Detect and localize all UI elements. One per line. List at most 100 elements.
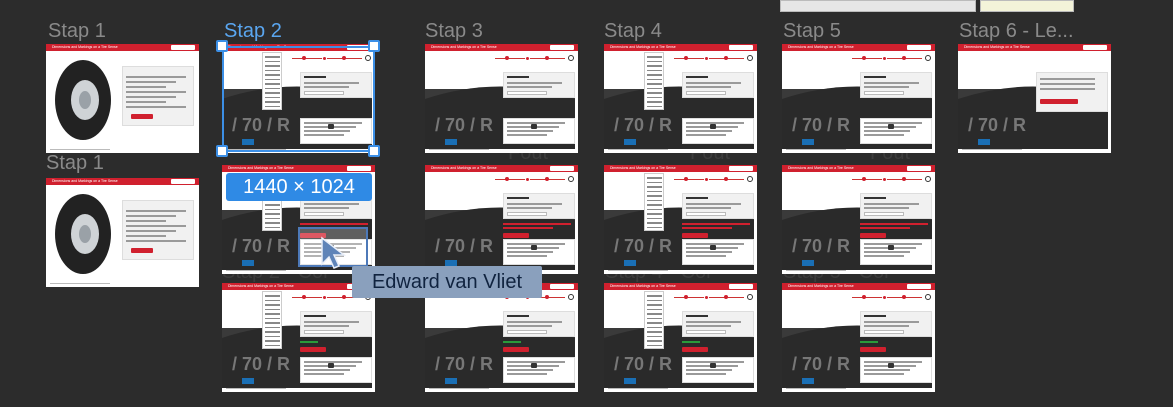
frame-label-stap-1-second[interactable]: Stap 1	[46, 152, 104, 174]
footer-text	[226, 269, 286, 271]
answer-field	[686, 330, 726, 334]
svg-text:/ 70 / R: / 70 / R	[435, 236, 493, 256]
progress-current	[525, 177, 530, 182]
artboard-frame[interactable]: Dimensions and Markings on a Tire Sense	[46, 44, 199, 153]
artboard-frame[interactable]: Dimensions and Markings on a Tire Sense/…	[425, 165, 578, 274]
text-line	[1040, 78, 1095, 80]
brand-logo	[1083, 45, 1107, 50]
text-line	[507, 255, 547, 257]
brand-logo	[171, 179, 195, 184]
answer-field	[304, 330, 344, 334]
cursor-pointer-icon	[321, 236, 347, 269]
text-line	[686, 203, 741, 205]
text-line	[126, 101, 166, 103]
progress-dot	[505, 56, 509, 60]
text-line	[864, 321, 919, 323]
check-icon	[568, 176, 574, 182]
answer-field	[686, 91, 726, 95]
footer-text	[226, 387, 286, 389]
artboard-frame[interactable]: Dimensions and Markings on a Tire Sense/…	[782, 165, 935, 274]
artboard-frame[interactable]: Dimensions and Markings on a Tire Sense	[46, 178, 199, 287]
footer-text	[429, 387, 489, 389]
resize-handle-bottom-left[interactable]	[216, 145, 228, 157]
artboard-frame[interactable]: Dimensions and Markings on a Tire Sense/…	[782, 44, 935, 153]
text-line	[507, 134, 547, 136]
progress-dot	[862, 56, 866, 60]
text-line	[686, 207, 731, 209]
frame-label-stap-6[interactable]: Stap 6 - Le...	[959, 20, 1074, 42]
progress-current	[704, 295, 709, 300]
check-icon	[925, 294, 931, 300]
artboard-frame[interactable]: Dimensions and Markings on a Tire Sense/…	[958, 44, 1111, 153]
progress-dot	[724, 177, 728, 181]
design-canvas[interactable]: Stap 1 Stap 2 Stap 3 Stap 4 Stap 5 Stap …	[0, 0, 1173, 407]
text-line	[864, 255, 904, 257]
correct-text	[860, 341, 878, 343]
text-line	[1040, 83, 1095, 85]
text-line	[686, 86, 731, 88]
progress-dot	[342, 295, 346, 299]
frame-header-title: Dimensions and Markings on a Tire Sense	[431, 45, 497, 49]
frame-header-title: Dimensions and Markings on a Tire Sense	[52, 45, 118, 49]
svg-text:/ 70 / R: / 70 / R	[232, 354, 290, 374]
svg-text:/ 70 / R: / 70 / R	[614, 354, 672, 374]
selection-box[interactable]	[222, 46, 375, 152]
frame-label-stap-2[interactable]: Stap 2	[224, 20, 282, 42]
svg-text:/ 70 / R: / 70 / R	[435, 354, 493, 374]
text-line	[126, 240, 186, 242]
artboard-frame[interactable]: Dimensions and Markings on a Tire Sense/…	[604, 165, 757, 274]
text-line	[304, 373, 344, 375]
text-line	[686, 373, 726, 375]
frame-label-stap-3[interactable]: Stap 3	[425, 20, 483, 42]
artboard-frame[interactable]: Dimensions and Markings on a Tire Sense/…	[604, 283, 757, 392]
dropdown-list	[262, 291, 282, 349]
error-text	[300, 223, 368, 225]
text-line	[507, 315, 529, 317]
frame-label-stap-1[interactable]: Stap 1	[48, 20, 106, 42]
footer-text	[50, 282, 110, 284]
text-line	[864, 315, 886, 317]
text-line	[864, 86, 909, 88]
artboard-frame[interactable]: Dimensions and Markings on a Tire Sense/…	[222, 283, 375, 392]
toolbar-fragment-2	[980, 0, 1074, 12]
start-button	[131, 114, 153, 119]
progress-dot	[724, 295, 728, 299]
progress-dot	[902, 177, 906, 181]
brand-logo	[729, 45, 753, 50]
toolbar-fragment	[780, 0, 976, 12]
svg-text:/ 70 / R: / 70 / R	[968, 115, 1026, 135]
chevron-down-icon	[888, 363, 894, 368]
frame-label-stap-4[interactable]: Stap 4	[604, 20, 662, 42]
resize-handle-top-right[interactable]	[368, 40, 380, 52]
svg-text:/ 70 / R: / 70 / R	[232, 236, 290, 256]
resize-handle-bottom-right[interactable]	[368, 145, 380, 157]
tire-image	[52, 54, 114, 146]
footer-text	[50, 148, 110, 150]
progress-current	[882, 295, 887, 300]
chevron-down-icon	[710, 245, 716, 250]
text-line	[507, 76, 529, 78]
text-line	[126, 96, 176, 98]
progress-current	[882, 56, 887, 61]
chevron-down-icon	[531, 363, 537, 368]
artboard-frame[interactable]: Dimensions and Markings on a Tire Sense/…	[782, 283, 935, 392]
artboard-frame[interactable]: Dimensions and Markings on a Tire Sense/…	[604, 44, 757, 153]
artboard-frame[interactable]: Dimensions and Markings on a Tire Sense/…	[425, 44, 578, 153]
progress-dot	[684, 177, 688, 181]
resize-handle-top-left[interactable]	[216, 40, 228, 52]
text-line	[864, 197, 886, 199]
answer-field	[507, 212, 547, 216]
text-line	[126, 230, 176, 232]
text-line	[304, 203, 359, 205]
brand-logo	[347, 166, 371, 171]
frame-size-badge: 1440 × 1024	[226, 173, 372, 201]
text-line	[507, 86, 552, 88]
artboard-frame[interactable]: Dimensions and Markings on a Tire Sense/…	[425, 283, 578, 392]
chevron-down-icon	[888, 124, 894, 129]
text-line	[864, 325, 909, 327]
error-text	[503, 223, 571, 225]
check-icon	[925, 176, 931, 182]
frame-label-stap-5[interactable]: Stap 5	[783, 20, 841, 42]
text-line	[126, 91, 186, 93]
text-line	[686, 76, 708, 78]
